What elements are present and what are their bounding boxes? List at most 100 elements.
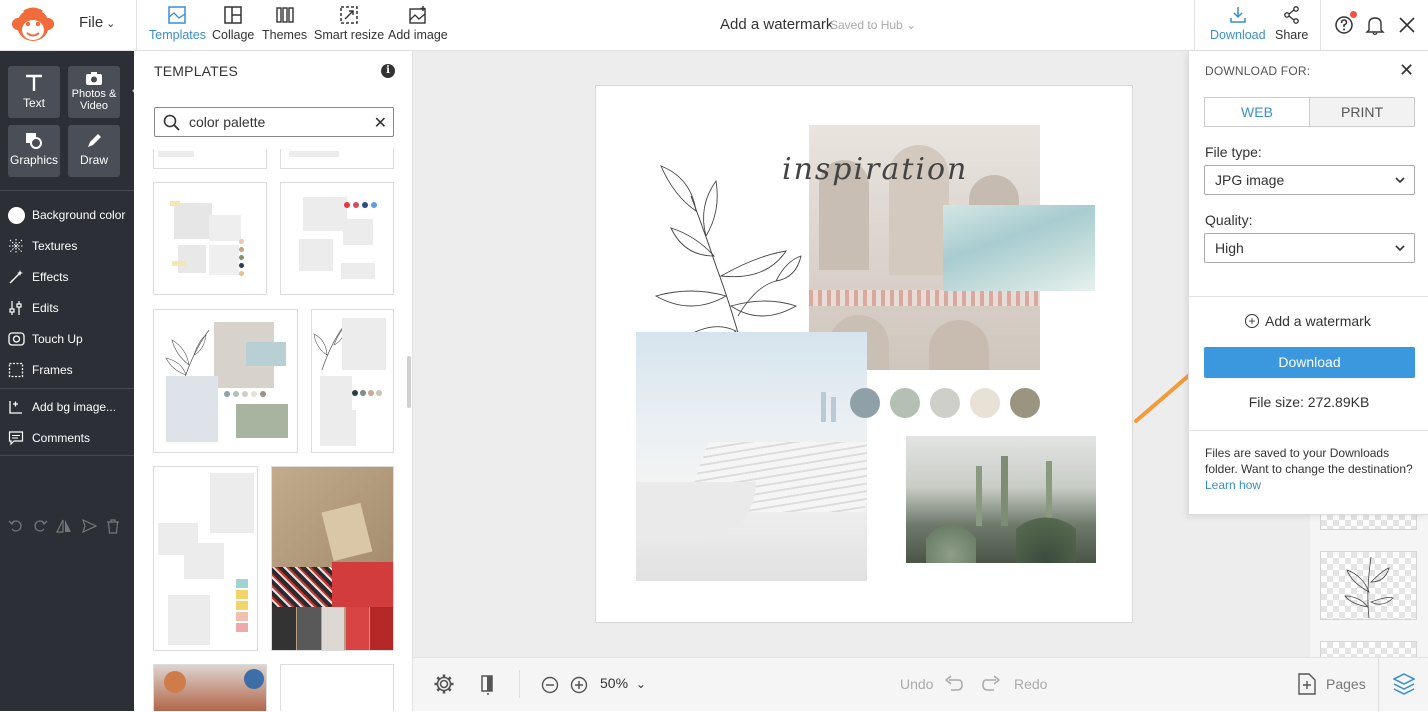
bell-icon[interactable] — [1364, 14, 1386, 36]
template-thumbnail[interactable] — [153, 664, 267, 711]
sidebar-item-comments[interactable]: Comments — [7, 426, 90, 450]
send-icon[interactable] — [81, 518, 97, 534]
sidebar-item-frames[interactable]: Frames — [7, 358, 73, 382]
file-menu[interactable]: File ⌄ — [79, 14, 115, 31]
learn-how-link[interactable]: Learn how — [1205, 478, 1261, 492]
saved-status[interactable]: Saved to Hub ⌄ — [830, 18, 916, 32]
template-thumbnail[interactable] — [271, 466, 394, 651]
palette-swatch[interactable] — [890, 388, 920, 418]
settings-icon[interactable] — [433, 673, 455, 695]
tool-templates[interactable]: Templates — [149, 5, 206, 42]
divider — [0, 388, 134, 389]
template-thumbnail[interactable] — [280, 182, 394, 295]
layers-icon[interactable] — [1393, 672, 1415, 696]
sidebar-item-background-color[interactable]: Background color — [7, 203, 125, 227]
tool-collage[interactable]: Collage — [212, 5, 254, 42]
page-size-icon[interactable] — [479, 673, 499, 695]
sidebar-item-effects[interactable]: Effects — [7, 265, 68, 289]
palette-swatch[interactable] — [850, 388, 880, 418]
tool-add-image[interactable]: Add image — [388, 5, 448, 42]
chevron-down-icon: ⌄ — [906, 18, 917, 32]
file-type-select[interactable]: JPG image — [1204, 165, 1415, 195]
left-sidebar: Text Photos & Video Graphics Draw Backgr… — [0, 51, 134, 711]
sidebar-item-add-bg-image[interactable]: Add bg image... — [7, 395, 116, 419]
frames-icon — [7, 361, 25, 379]
download-tool[interactable]: Download — [1210, 5, 1266, 42]
scrollbar[interactable] — [407, 356, 411, 408]
draw-tile[interactable]: Draw — [68, 125, 120, 177]
palette-swatch[interactable] — [930, 388, 960, 418]
sidebar-item-touch-up[interactable]: Touch Up — [7, 327, 83, 351]
cactus-photo[interactable] — [906, 436, 1096, 563]
edits-icon — [7, 299, 25, 317]
close-icon[interactable] — [1396, 14, 1418, 36]
graphics-icon — [26, 133, 42, 149]
templates-panel: TEMPLATES i ✕ — [134, 51, 413, 711]
download-button[interactable]: Download — [1204, 347, 1415, 378]
divider — [1189, 430, 1428, 431]
palette-swatch[interactable] — [1010, 388, 1040, 418]
leaf-illustration — [1344, 556, 1394, 619]
pages-button[interactable]: Pages — [1326, 676, 1366, 692]
design-page[interactable]: inspiration — [595, 85, 1133, 623]
add-watermark-button[interactable]: + Add a watermark — [1245, 313, 1371, 329]
share-icon — [1283, 6, 1299, 24]
redo-icon[interactable] — [32, 518, 48, 534]
photos-video-tile[interactable]: Photos & Video — [68, 66, 120, 118]
notification-dot — [1350, 11, 1357, 18]
tool-themes[interactable]: Themes — [262, 5, 307, 42]
script-text[interactable]: inspiration — [782, 152, 968, 187]
undo-arrow-icon[interactable] — [943, 675, 963, 693]
template-thumbnail[interactable] — [153, 149, 267, 169]
tool-smart-resize[interactable]: Smart resize — [314, 5, 384, 42]
document-title[interactable]: Add a watermark — [720, 16, 833, 33]
water-photo[interactable] — [943, 205, 1095, 291]
zoom-in-icon[interactable] — [570, 676, 588, 694]
themes-icon — [275, 7, 294, 23]
layer-thumbnail[interactable] — [1320, 641, 1417, 657]
undo-button[interactable]: Undo — [900, 676, 933, 692]
tile-label: Draw — [79, 153, 108, 167]
text-tile[interactable]: Text — [8, 66, 60, 118]
close-icon[interactable]: ✕ — [1399, 61, 1414, 79]
sidebar-item-label: Effects — [32, 270, 69, 284]
sidebar-item-label: Edits — [32, 301, 59, 315]
template-search[interactable]: ✕ — [154, 107, 394, 137]
sidebar-item-textures[interactable]: Textures — [7, 234, 77, 258]
tab-web[interactable]: WEB — [1205, 98, 1309, 126]
template-thumbnail[interactable] — [153, 309, 298, 453]
palette-swatch[interactable] — [970, 388, 1000, 418]
bottom-toolbar: 50% ⌄ Undo Redo Pages — [413, 657, 1428, 712]
undo-icon[interactable] — [8, 518, 24, 534]
tool-label: Collage — [212, 28, 255, 42]
download-icon — [1230, 7, 1246, 23]
flip-icon[interactable] — [56, 518, 72, 534]
info-icon[interactable]: i — [381, 64, 395, 78]
redo-button[interactable]: Redo — [1014, 676, 1047, 692]
share-tool[interactable]: Share — [1275, 5, 1308, 42]
quality-select[interactable]: High — [1204, 233, 1415, 263]
zoom-level[interactable]: 50% ⌄ — [600, 675, 646, 691]
search-input[interactable] — [189, 113, 359, 131]
layer-thumbnail[interactable] — [1320, 551, 1417, 620]
template-thumbnail[interactable] — [153, 466, 258, 651]
templates-title: TEMPLATES — [154, 63, 239, 79]
divider — [519, 670, 520, 698]
template-thumbnail[interactable] — [280, 149, 394, 169]
graphics-tile[interactable]: Graphics — [8, 125, 60, 177]
zoom-out-icon[interactable] — [541, 676, 559, 694]
trash-icon[interactable] — [105, 518, 121, 534]
pages-icon[interactable] — [1297, 672, 1317, 696]
sidebar-item-edits[interactable]: Edits — [7, 296, 59, 320]
tab-print[interactable]: PRINT — [1309, 98, 1414, 126]
file-type-value: JPG image — [1215, 172, 1285, 188]
zoom-value: 50% — [600, 675, 629, 691]
clear-search-icon[interactable]: ✕ — [374, 113, 387, 133]
picmonkey-logo[interactable] — [10, 4, 56, 46]
template-thumbnail[interactable] — [311, 309, 394, 453]
stadium-photo[interactable] — [636, 332, 867, 581]
template-thumbnail[interactable] — [153, 182, 267, 295]
pages-label: Pages — [1326, 676, 1366, 692]
template-thumbnail[interactable] — [280, 664, 394, 711]
redo-arrow-icon[interactable] — [982, 675, 1002, 693]
